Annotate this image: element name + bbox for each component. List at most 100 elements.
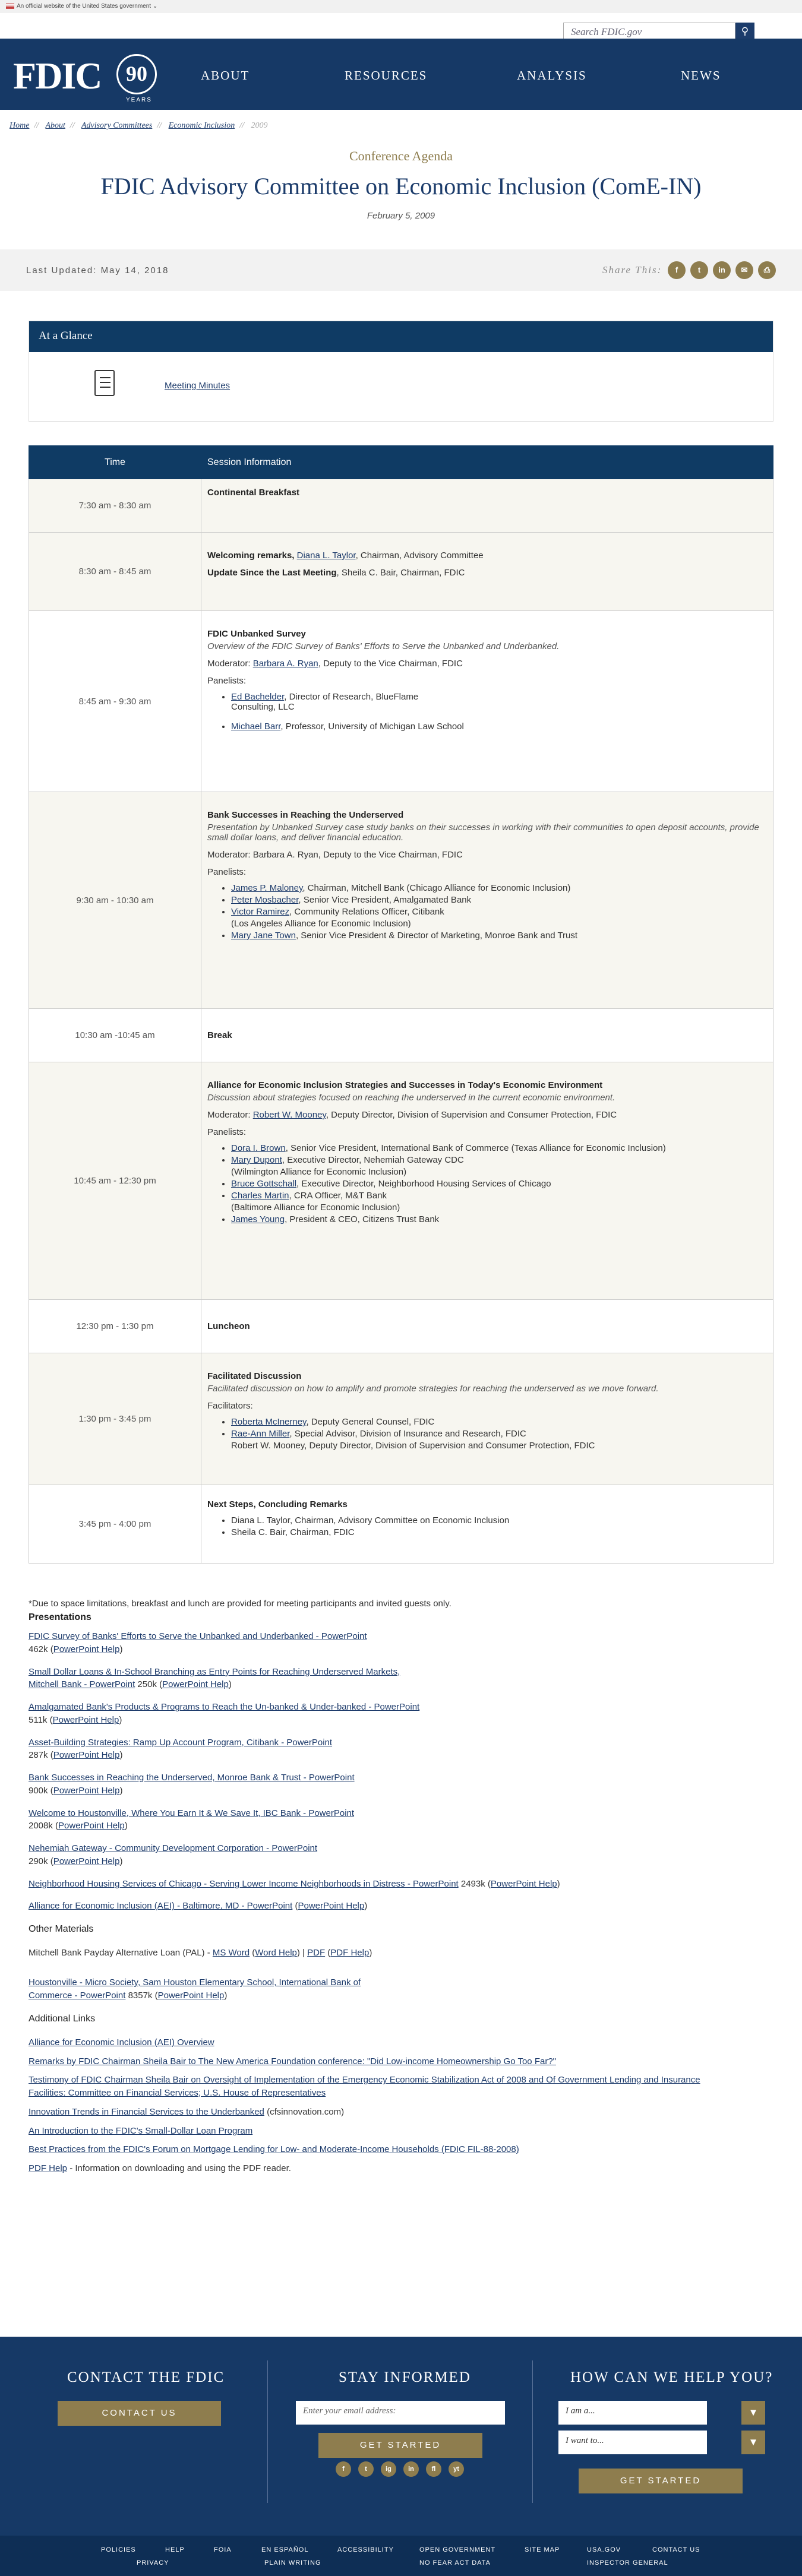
pdf-help-link[interactable]: PDF Help xyxy=(330,1948,369,1958)
presentation-link[interactable]: Neighborhood Housing Services of Chicago… xyxy=(29,1879,459,1889)
chevron-down-icon[interactable]: ▼ xyxy=(741,2431,765,2454)
session-desc: Facilitated discussion on how to amplify… xyxy=(207,1384,659,1394)
presentation-link[interactable]: Bank Successes in Reaching the Underserv… xyxy=(29,1773,355,1783)
additional-link[interactable]: Best Practices from the FDIC's Forum on … xyxy=(29,2144,519,2154)
session-title: Next Steps, Concluding Remarks xyxy=(207,1499,348,1509)
person-link[interactable]: Ed Bachelder xyxy=(231,692,284,702)
help-link[interactable]: PowerPoint Help xyxy=(58,1821,125,1831)
additional-link[interactable]: Facilities: Committee on Financial Servi… xyxy=(29,2088,326,2098)
help-get-started-button[interactable]: GET STARTED xyxy=(579,2469,743,2493)
presentations-section: Presentations FDIC Survey of Banks' Effo… xyxy=(29,1610,771,2181)
help-link[interactable]: PowerPoint Help xyxy=(491,1879,557,1889)
person-link[interactable]: James P. Maloney xyxy=(231,883,302,893)
help-link[interactable]: PowerPoint Help xyxy=(298,1901,365,1911)
i-want-select[interactable]: I want to... xyxy=(558,2431,707,2454)
footer-link-contact[interactable]: CONTACT US xyxy=(652,2546,700,2553)
facebook-icon[interactable]: f xyxy=(668,261,686,279)
footer-link-inspector[interactable]: INSPECTOR GENERAL xyxy=(587,2559,668,2566)
help-link[interactable]: PowerPoint Help xyxy=(158,1990,225,2001)
additional-link[interactable]: Innovation Trends in Financial Services … xyxy=(29,2107,264,2117)
share-label: Share This: xyxy=(602,264,662,276)
breadcrumb-home[interactable]: Home xyxy=(10,121,29,130)
footer-link-usagov[interactable]: USA.GOV xyxy=(587,2546,621,2553)
email-input[interactable]: Enter your email address: xyxy=(296,2401,505,2425)
help-link[interactable]: PowerPoint Help xyxy=(53,1644,120,1654)
get-started-button[interactable]: GET STARTED xyxy=(318,2433,482,2458)
presentation-link[interactable]: Mitchell Bank - PowerPoint xyxy=(29,1679,135,1689)
i-am-select[interactable]: I am a... xyxy=(558,2401,707,2425)
footer-link-plain-writing[interactable]: PLAIN WRITING xyxy=(264,2559,321,2566)
footer-link-help[interactable]: HELP xyxy=(165,2546,185,2553)
print-icon[interactable]: ⎙ xyxy=(758,261,776,279)
presentation-link[interactable]: Nehemiah Gateway - Community Development… xyxy=(29,1843,317,1853)
footer-link-policies[interactable]: POLICIES xyxy=(101,2546,136,2553)
person-link[interactable]: Peter Mosbacher xyxy=(231,895,298,905)
chevron-down-icon[interactable]: ▼ xyxy=(741,2401,765,2425)
person-link[interactable]: Mary Dupont xyxy=(231,1155,282,1165)
person-link[interactable]: Barbara A. Ryan xyxy=(253,659,318,669)
pdf-link[interactable]: PDF xyxy=(307,1948,325,1958)
footer-link-no-fear[interactable]: NO FEAR ACT DATA xyxy=(419,2559,491,2566)
additional-link[interactable]: Alliance for Economic Inclusion (AEI) Ov… xyxy=(29,2037,214,2047)
footer-link-open-government[interactable]: OPEN GOVERNMENT xyxy=(419,2546,495,2553)
contact-us-button[interactable]: CONTACT US xyxy=(58,2401,221,2426)
footer-link-accessibility[interactable]: ACCESSIBILITY xyxy=(337,2546,394,2553)
presentation-link[interactable]: Small Dollar Loans & In-School Branching… xyxy=(29,1667,400,1677)
instagram-icon[interactable]: ig xyxy=(381,2461,396,2477)
person-link[interactable]: Michael Barr xyxy=(231,721,280,732)
linkedin-icon[interactable]: in xyxy=(403,2461,419,2477)
presentation-link[interactable]: Welcome to Houstonville, Where You Earn … xyxy=(29,1808,354,1818)
presentation-link[interactable]: Commerce - PowerPoint xyxy=(29,1990,125,2001)
twitter-icon[interactable]: t xyxy=(358,2461,374,2477)
help-link[interactable]: PowerPoint Help xyxy=(162,1679,229,1689)
help-link[interactable]: PowerPoint Help xyxy=(53,1786,120,1796)
additional-link[interactable]: An Introduction to the FDIC's Small-Doll… xyxy=(29,2126,252,2136)
chevron-down-icon[interactable]: ⌄ xyxy=(153,3,157,10)
facebook-icon[interactable]: f xyxy=(336,2461,351,2477)
youtube-icon[interactable]: yt xyxy=(449,2461,464,2477)
person-link[interactable]: Mary Jane Town xyxy=(231,931,296,941)
nav-resources[interactable]: RESOURCES xyxy=(345,68,427,83)
footer-divider xyxy=(267,2360,268,2503)
word-help-link[interactable]: Word Help xyxy=(255,1948,297,1958)
person-link[interactable]: Bruce Gottschall xyxy=(231,1179,296,1189)
presentation-link[interactable]: Asset-Building Strategies: Ramp Up Accou… xyxy=(29,1738,332,1748)
person-link[interactable]: Dora I. Brown xyxy=(231,1143,286,1153)
person-link[interactable]: James Young xyxy=(231,1214,285,1224)
twitter-icon[interactable]: t xyxy=(690,261,708,279)
flickr-icon[interactable]: fl xyxy=(426,2461,441,2477)
email-icon[interactable]: ✉ xyxy=(735,261,753,279)
nav-analysis[interactable]: ANALYSIS xyxy=(517,68,587,83)
person-link[interactable]: Charles Martin xyxy=(231,1191,289,1201)
breadcrumb-advisory[interactable]: Advisory Committees xyxy=(81,121,152,130)
fdic-logo[interactable]: FDIC xyxy=(13,54,102,98)
nav-news[interactable]: NEWS xyxy=(681,68,721,83)
meeting-minutes-link[interactable]: Meeting Minutes xyxy=(165,381,230,391)
person-link[interactable]: Roberta McInerney xyxy=(231,1417,306,1427)
footer-link-privacy[interactable]: PRIVACY xyxy=(137,2559,169,2566)
help-link[interactable]: PowerPoint Help xyxy=(53,1856,120,1866)
linkedin-icon[interactable]: in xyxy=(713,261,731,279)
presentation-link[interactable]: Houstonville - Micro Society, Sam Housto… xyxy=(29,1977,361,1988)
person-link[interactable]: Diana L. Taylor xyxy=(297,550,356,561)
footer-link-foia[interactable]: FOIA xyxy=(214,2546,232,2553)
search-button[interactable]: ⚲ xyxy=(735,23,754,40)
search-input[interactable]: Search FDIC.gov xyxy=(563,23,735,40)
nav-about[interactable]: ABOUT xyxy=(201,68,250,83)
person-link[interactable]: Rae-Ann Miller xyxy=(231,1429,289,1439)
breadcrumb-about[interactable]: About xyxy=(45,121,65,130)
additional-link[interactable]: Remarks by FDIC Chairman Sheila Bair to … xyxy=(29,2056,556,2067)
presentation-link[interactable]: Amalgamated Bank's Products & Programs t… xyxy=(29,1702,419,1712)
help-link[interactable]: PowerPoint Help xyxy=(53,1715,119,1725)
footer-link-espanol[interactable]: EN ESPAÑOL xyxy=(261,2546,309,2553)
breadcrumb-inclusion[interactable]: Economic Inclusion xyxy=(169,121,235,130)
presentation-link[interactable]: FDIC Survey of Banks' Efforts to Serve t… xyxy=(29,1631,367,1641)
additional-link[interactable]: Testimony of FDIC Chairman Sheila Bair o… xyxy=(29,2075,700,2085)
word-link[interactable]: MS Word xyxy=(213,1948,250,1958)
help-link[interactable]: PowerPoint Help xyxy=(53,1750,120,1760)
person-link[interactable]: Robert W. Mooney xyxy=(253,1110,326,1120)
footer-link-sitemap[interactable]: SITE MAP xyxy=(525,2546,560,2553)
presentation-link[interactable]: Alliance for Economic Inclusion (AEI) - … xyxy=(29,1901,292,1911)
person-link[interactable]: Victor Ramirez xyxy=(231,907,289,917)
additional-link[interactable]: PDF Help xyxy=(29,2163,67,2173)
